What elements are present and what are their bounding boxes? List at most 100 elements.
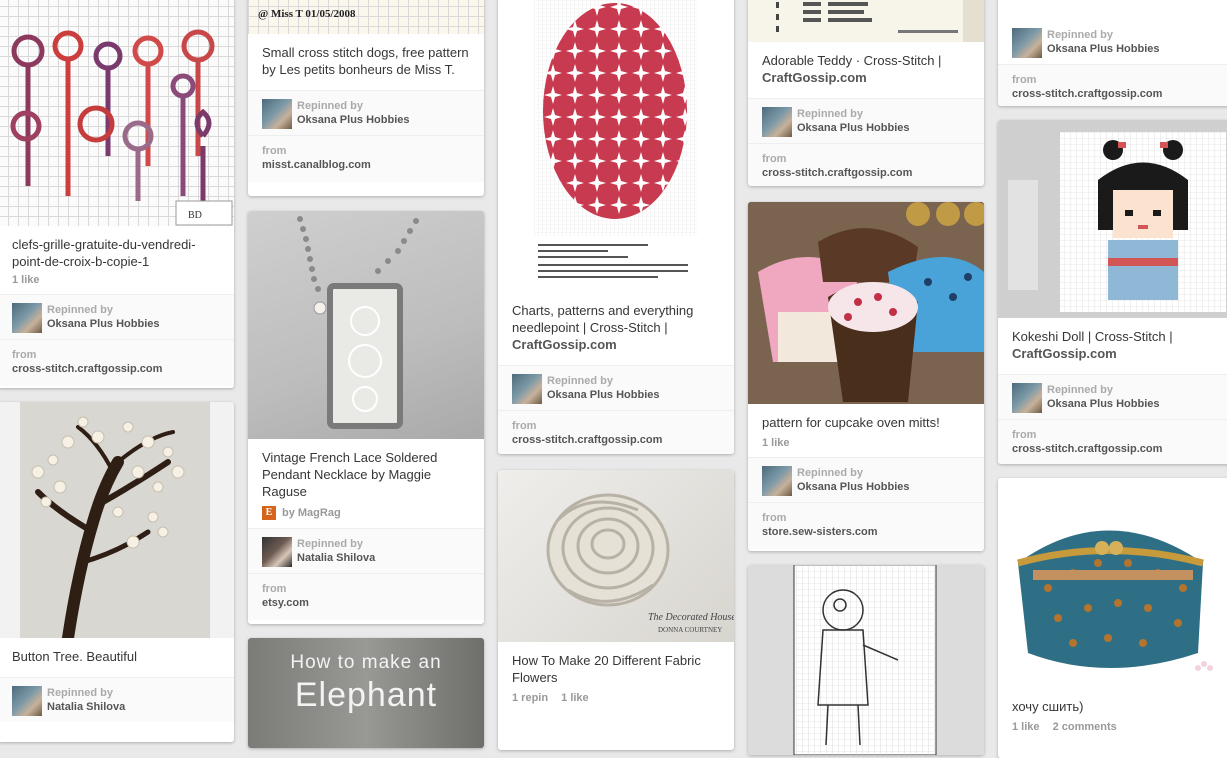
repinner-name[interactable]: Oksana Plus Hobbies bbox=[1047, 42, 1159, 56]
pin-description[interactable]: Vintage French Lace Soldered Pendant Nec… bbox=[248, 439, 484, 506]
avatar[interactable] bbox=[262, 537, 292, 567]
image-overlay-title: Elephant bbox=[294, 676, 438, 714]
pin-description[interactable]: clefs-grille-gratuite-du-vendredi-point-… bbox=[0, 226, 234, 274]
repinner-name[interactable]: Oksana Plus Hobbies bbox=[1047, 397, 1159, 411]
avatar[interactable] bbox=[12, 686, 42, 716]
svg-text:DONNA COURTNEY: DONNA COURTNEY bbox=[658, 626, 722, 634]
keys-cross-stitch-chart: BD bbox=[10, 29, 233, 226]
pin-card[interactable] bbox=[748, 565, 984, 755]
pin-source[interactable]: from misst.canalblog.com bbox=[248, 135, 484, 182]
pin-card[interactable]: Button Tree. Beautiful Repinned by Natal… bbox=[0, 402, 234, 742]
repinner-name[interactable]: Oksana Plus Hobbies bbox=[797, 121, 909, 135]
pin-card[interactable]: Charts, patterns and everything needlepo… bbox=[498, 0, 734, 454]
source-domain[interactable]: cross-stitch.craftgossip.com bbox=[1012, 87, 1220, 101]
pin-card[interactable]: BD clefs-grille-gratuite-du-vendredi-poi… bbox=[0, 0, 234, 388]
repin-attribution[interactable]: Repinned by Oksana Plus Hobbies bbox=[748, 98, 984, 143]
avatar[interactable] bbox=[262, 99, 292, 129]
pin-source[interactable]: from store.sew-sisters.com bbox=[748, 502, 984, 549]
avatar[interactable] bbox=[1012, 28, 1042, 58]
pin-card[interactable]: Kokeshi Doll | Cross-Stitch | CraftGossi… bbox=[998, 120, 1227, 464]
likes-count[interactable]: 1 like bbox=[762, 437, 790, 449]
pin-source[interactable]: from cross-stitch.craftgossip.com bbox=[748, 143, 984, 186]
repinner-name[interactable]: Oksana Plus Hobbies bbox=[47, 317, 159, 331]
source-domain[interactable]: misst.canalblog.com bbox=[262, 158, 470, 172]
likes-count[interactable]: 1 like bbox=[561, 692, 589, 704]
pin-image[interactable] bbox=[748, 202, 984, 404]
repin-attribution[interactable]: Repinned by Oksana Plus Hobbies bbox=[748, 457, 984, 502]
source-domain[interactable]: cross-stitch.craftgossip.com bbox=[512, 433, 720, 447]
avatar[interactable] bbox=[762, 107, 792, 137]
pin-stats: 1 like 2 comments bbox=[998, 721, 1227, 741]
pin-image[interactable] bbox=[498, 0, 734, 292]
pin-image[interactable] bbox=[0, 402, 234, 638]
source-domain[interactable]: etsy.com bbox=[262, 596, 470, 610]
pin-image[interactable] bbox=[998, 478, 1227, 688]
avatar[interactable] bbox=[1012, 383, 1042, 413]
repinner-name[interactable]: Oksana Plus Hobbies bbox=[297, 113, 409, 127]
pin-card[interactable]: Repinned by Oksana Plus Hobbies from cro… bbox=[998, 0, 1227, 106]
likes-count[interactable]: 1 like bbox=[1012, 721, 1040, 733]
repinner-name[interactable]: Natalia Shilova bbox=[297, 551, 375, 565]
pin-description[interactable]: Adorable Teddy · Cross-Stitch | CraftGos… bbox=[748, 42, 984, 98]
pin-image[interactable] bbox=[748, 0, 984, 42]
pin-description[interactable]: Charts, patterns and everything needlepo… bbox=[498, 292, 734, 365]
pin-description[interactable]: pattern for cupcake oven mitts! bbox=[748, 404, 984, 437]
description-site[interactable]: CraftGossip.com bbox=[762, 69, 970, 86]
pin-source[interactable]: from cross-stitch.craftgossip.com bbox=[998, 64, 1227, 106]
avatar[interactable] bbox=[12, 303, 42, 333]
pin-image[interactable]: How to make an Elephant bbox=[248, 638, 484, 748]
repinner-name[interactable]: Oksana Plus Hobbies bbox=[547, 388, 659, 402]
egg-cross-stitch-chart bbox=[534, 0, 698, 278]
repin-attribution[interactable]: Repinned by Oksana Plus Hobbies bbox=[498, 365, 734, 410]
source-domain[interactable]: cross-stitch.craftgossip.com bbox=[12, 362, 220, 376]
pin-description[interactable]: Button Tree. Beautiful bbox=[0, 638, 234, 677]
pin-image[interactable] bbox=[998, 120, 1227, 318]
pin-source[interactable]: from cross-stitch.craftgossip.com bbox=[998, 419, 1227, 464]
repin-attribution[interactable]: Repinned by Natalia Shilova bbox=[248, 528, 484, 573]
pin-description[interactable]: Kokeshi Doll | Cross-Stitch | CraftGossi… bbox=[998, 318, 1227, 374]
description-site[interactable]: CraftGossip.com bbox=[512, 336, 720, 353]
repinned-label: Repinned by bbox=[797, 467, 864, 479]
description-site[interactable]: CraftGossip.com bbox=[1012, 345, 1220, 362]
pin-card[interactable]: How to make an Elephant bbox=[248, 638, 484, 748]
repin-attribution[interactable]: Repinned by Natalia Shilova bbox=[0, 677, 234, 722]
pin-image[interactable]: The Decorated House DONNA COURTNEY bbox=[498, 470, 734, 642]
pin-image[interactable] bbox=[248, 211, 484, 439]
pin-image[interactable]: BD bbox=[0, 0, 234, 226]
pin-card[interactable]: @ Miss T 01/05/2008 Small cross stitch d… bbox=[248, 0, 484, 196]
coin-purse-photo bbox=[1017, 530, 1213, 671]
repin-attribution[interactable]: Repinned by Oksana Plus Hobbies bbox=[998, 374, 1227, 419]
pin-card[interactable]: The Decorated House DONNA COURTNEY How T… bbox=[498, 470, 734, 750]
pin-card[interactable]: Vintage French Lace Soldered Pendant Nec… bbox=[248, 211, 484, 624]
source-domain[interactable]: cross-stitch.craftgossip.com bbox=[1012, 442, 1220, 456]
from-label: from bbox=[512, 420, 537, 432]
avatar[interactable] bbox=[762, 466, 792, 496]
repin-attribution[interactable]: Repinned by Oksana Plus Hobbies bbox=[998, 0, 1227, 64]
source-domain[interactable]: store.sew-sisters.com bbox=[762, 525, 970, 539]
repinner-name[interactable]: Oksana Plus Hobbies bbox=[797, 480, 909, 494]
via-attribution[interactable]: E by MagRag bbox=[248, 506, 484, 528]
repins-count[interactable]: 1 repin bbox=[512, 692, 548, 704]
avatar[interactable] bbox=[512, 374, 542, 404]
button-tree-photo bbox=[20, 402, 210, 638]
image-overlay-text: How to make an bbox=[290, 652, 442, 673]
pin-card[interactable]: pattern for cupcake oven mitts! 1 like R… bbox=[748, 202, 984, 551]
comments-count[interactable]: 2 comments bbox=[1053, 721, 1117, 733]
pin-source[interactable]: from etsy.com bbox=[248, 573, 484, 620]
pin-description[interactable]: How To Make 20 Different Fabric Flowers bbox=[498, 642, 734, 692]
pin-card[interactable]: хочу сшить) 1 like 2 comments bbox=[998, 478, 1227, 758]
repin-attribution[interactable]: Repinned by Oksana Plus Hobbies bbox=[248, 90, 484, 135]
repinner-name[interactable]: Natalia Shilova bbox=[47, 700, 125, 714]
repinned-label: Repinned by bbox=[1047, 29, 1114, 41]
pin-card[interactable]: Adorable Teddy · Cross-Stitch | CraftGos… bbox=[748, 0, 984, 186]
source-domain[interactable]: cross-stitch.craftgossip.com bbox=[762, 166, 970, 180]
likes-count[interactable]: 1 like bbox=[12, 274, 40, 286]
pin-image[interactable]: @ Miss T 01/05/2008 bbox=[248, 0, 484, 34]
pin-source[interactable]: from cross-stitch.craftgossip.com bbox=[498, 410, 734, 454]
pin-source[interactable]: from cross-stitch.craftgossip.com bbox=[0, 339, 234, 386]
pin-image[interactable] bbox=[748, 565, 984, 755]
pin-description[interactable]: Small cross stitch dogs, free pattern by… bbox=[248, 34, 484, 90]
repin-attribution[interactable]: Repinned by Oksana Plus Hobbies bbox=[0, 294, 234, 339]
via-user[interactable]: by MagRag bbox=[282, 507, 341, 519]
pin-description[interactable]: хочу сшить) bbox=[998, 688, 1227, 721]
